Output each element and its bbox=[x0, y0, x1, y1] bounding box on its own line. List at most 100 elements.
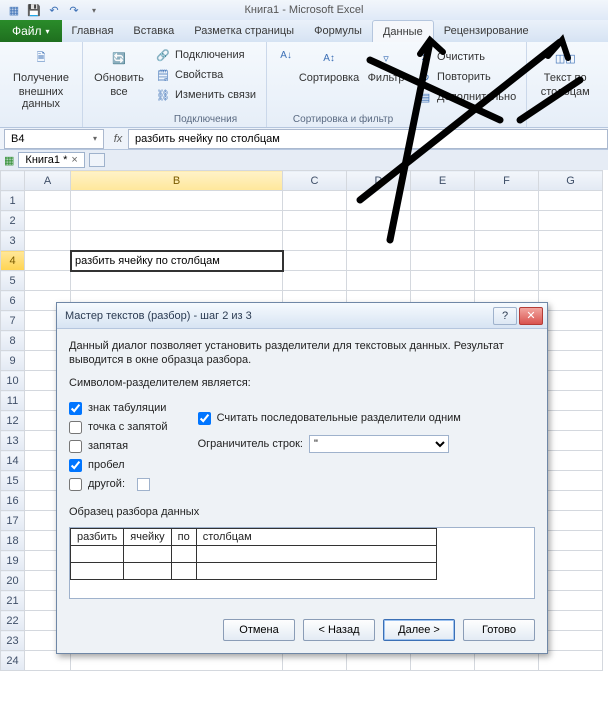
row-header[interactable]: 17 bbox=[1, 511, 25, 531]
group-data-tools: ◫◫ Текст по столбцам bbox=[527, 42, 603, 127]
other-checkbox[interactable] bbox=[69, 478, 82, 491]
other-label[interactable]: другой: bbox=[88, 478, 125, 490]
row-header[interactable]: 19 bbox=[1, 551, 25, 571]
name-box[interactable]: B4 bbox=[4, 129, 104, 149]
redo-icon[interactable]: ↷ bbox=[66, 2, 82, 18]
col-header-g[interactable]: G bbox=[539, 171, 603, 191]
connections-button[interactable]: 🔗Подключения bbox=[153, 46, 258, 64]
external-data-icon: 🗎 bbox=[25, 46, 57, 70]
row-header[interactable]: 23 bbox=[1, 631, 25, 651]
sort-asc-button[interactable]: A↓ bbox=[275, 46, 297, 84]
tab-review[interactable]: Рецензирование bbox=[434, 20, 539, 42]
label: Обновить bbox=[94, 72, 144, 84]
row-header[interactable]: 16 bbox=[1, 491, 25, 511]
tab-home[interactable]: Главная bbox=[62, 20, 124, 42]
label: внешних данных bbox=[8, 86, 74, 110]
row-header[interactable]: 14 bbox=[1, 451, 25, 471]
col-header-a[interactable]: A bbox=[25, 171, 71, 191]
other-delimiter-input[interactable] bbox=[137, 478, 150, 491]
save-icon[interactable]: 💾 bbox=[26, 2, 42, 18]
reapply-icon: ↻ bbox=[417, 69, 433, 85]
row-header[interactable]: 24 bbox=[1, 651, 25, 671]
sort-button[interactable]: A↕ Сортировка bbox=[299, 46, 359, 84]
edit-links-button[interactable]: ⛓Изменить связи bbox=[153, 86, 258, 104]
filter-button[interactable]: ▿ Фильтр bbox=[361, 46, 411, 84]
cancel-button[interactable]: Отмена bbox=[223, 619, 295, 641]
tab-pagelayout[interactable]: Разметка страницы bbox=[184, 20, 304, 42]
tab-file[interactable]: Файл bbox=[0, 20, 62, 42]
row-header[interactable]: 8 bbox=[1, 331, 25, 351]
row-header[interactable]: 6 bbox=[1, 291, 25, 311]
col-header-c[interactable]: C bbox=[283, 171, 347, 191]
semicolon-label[interactable]: точка с запятой bbox=[88, 421, 168, 433]
help-button[interactable]: ? bbox=[493, 307, 517, 325]
filter-icon: ▿ bbox=[370, 46, 402, 70]
close-button[interactable]: ✕ bbox=[519, 307, 543, 325]
refresh-all-button[interactable]: 🔄 Обновить все bbox=[91, 46, 147, 98]
row-header[interactable]: 7 bbox=[1, 311, 25, 331]
row-header[interactable]: 13 bbox=[1, 431, 25, 451]
workbook-tab-label: Книга1 * bbox=[25, 154, 67, 166]
clear-filter-button[interactable]: ✕Очистить bbox=[415, 48, 518, 66]
row-header[interactable]: 18 bbox=[1, 531, 25, 551]
next-button[interactable]: Далее > bbox=[383, 619, 455, 641]
text-qualifier-select[interactable]: " bbox=[309, 435, 449, 453]
tab-insert[interactable]: Вставка bbox=[123, 20, 184, 42]
properties-button[interactable]: 🗒Свойства bbox=[153, 66, 258, 84]
qat-customize-icon[interactable]: ▾ bbox=[86, 2, 102, 18]
reapply-button[interactable]: ↻Повторить bbox=[415, 68, 518, 86]
sort-asc-icon: A↓ bbox=[278, 47, 294, 63]
clear-icon: ✕ bbox=[417, 49, 433, 65]
label: все bbox=[110, 86, 127, 98]
comma-label[interactable]: запятая bbox=[88, 440, 128, 452]
fx-button[interactable]: fx bbox=[108, 133, 128, 145]
label: Сортировка bbox=[299, 72, 359, 84]
preview-box: разбить ячейку по столбцам bbox=[69, 527, 535, 599]
row-header[interactable]: 22 bbox=[1, 611, 25, 631]
properties-icon: 🗒 bbox=[155, 67, 171, 83]
back-button[interactable]: < Назад bbox=[303, 619, 375, 641]
text-to-columns-button[interactable]: ◫◫ Текст по столбцам bbox=[535, 46, 595, 98]
row-header[interactable]: 12 bbox=[1, 411, 25, 431]
row-header[interactable]: 2 bbox=[1, 211, 25, 231]
select-all-corner[interactable] bbox=[1, 171, 25, 191]
workbook-tabs: ▦ Книга1 * × bbox=[0, 150, 608, 170]
advanced-filter-button[interactable]: ▤Дополнительно bbox=[415, 88, 518, 106]
close-icon[interactable]: × bbox=[71, 154, 77, 166]
col-header-f[interactable]: F bbox=[475, 171, 539, 191]
row-header[interactable]: 4 bbox=[1, 251, 25, 271]
text-to-columns-icon: ◫◫ bbox=[549, 46, 581, 70]
new-window-button[interactable] bbox=[89, 153, 105, 167]
row-header[interactable]: 11 bbox=[1, 391, 25, 411]
row-header[interactable]: 15 bbox=[1, 471, 25, 491]
row-header[interactable]: 3 bbox=[1, 231, 25, 251]
row-header[interactable]: 9 bbox=[1, 351, 25, 371]
tab-checkbox[interactable] bbox=[69, 402, 82, 415]
comma-checkbox[interactable] bbox=[69, 440, 82, 453]
space-label[interactable]: пробел bbox=[88, 459, 125, 471]
row-header[interactable]: 20 bbox=[1, 571, 25, 591]
undo-icon[interactable]: ↶ bbox=[46, 2, 62, 18]
space-checkbox[interactable] bbox=[69, 459, 82, 472]
dialog-titlebar[interactable]: Мастер текстов (разбор) - шаг 2 из 3 ? ✕ bbox=[57, 303, 547, 329]
row-header[interactable]: 21 bbox=[1, 591, 25, 611]
formula-input[interactable]: разбить ячейку по столбцам bbox=[128, 129, 608, 149]
row-header[interactable]: 1 bbox=[1, 191, 25, 211]
text-wizard-dialog: Мастер текстов (разбор) - шаг 2 из 3 ? ✕… bbox=[56, 302, 548, 654]
workbook-tab[interactable]: Книга1 * × bbox=[18, 152, 84, 168]
row-header[interactable]: 10 bbox=[1, 371, 25, 391]
finish-button[interactable]: Готово bbox=[463, 619, 535, 641]
semicolon-checkbox[interactable] bbox=[69, 421, 82, 434]
col-header-b[interactable]: B bbox=[71, 171, 283, 191]
consecutive-checkbox[interactable] bbox=[198, 412, 211, 425]
dialog-footer: Отмена < Назад Далее > Готово bbox=[57, 609, 547, 653]
tab-formulas[interactable]: Формулы bbox=[304, 20, 372, 42]
col-header-d[interactable]: D bbox=[347, 171, 411, 191]
get-external-data-button[interactable]: 🗎 Получение внешних данных bbox=[8, 46, 74, 110]
col-header-e[interactable]: E bbox=[411, 171, 475, 191]
row-header[interactable]: 5 bbox=[1, 271, 25, 291]
consecutive-label[interactable]: Считать последовательные разделители одн… bbox=[217, 412, 461, 424]
tab-data[interactable]: Данные bbox=[372, 20, 434, 42]
cell-b4[interactable]: разбить ячейку по столбцам bbox=[71, 251, 283, 271]
tab-label[interactable]: знак табуляции bbox=[88, 402, 166, 414]
